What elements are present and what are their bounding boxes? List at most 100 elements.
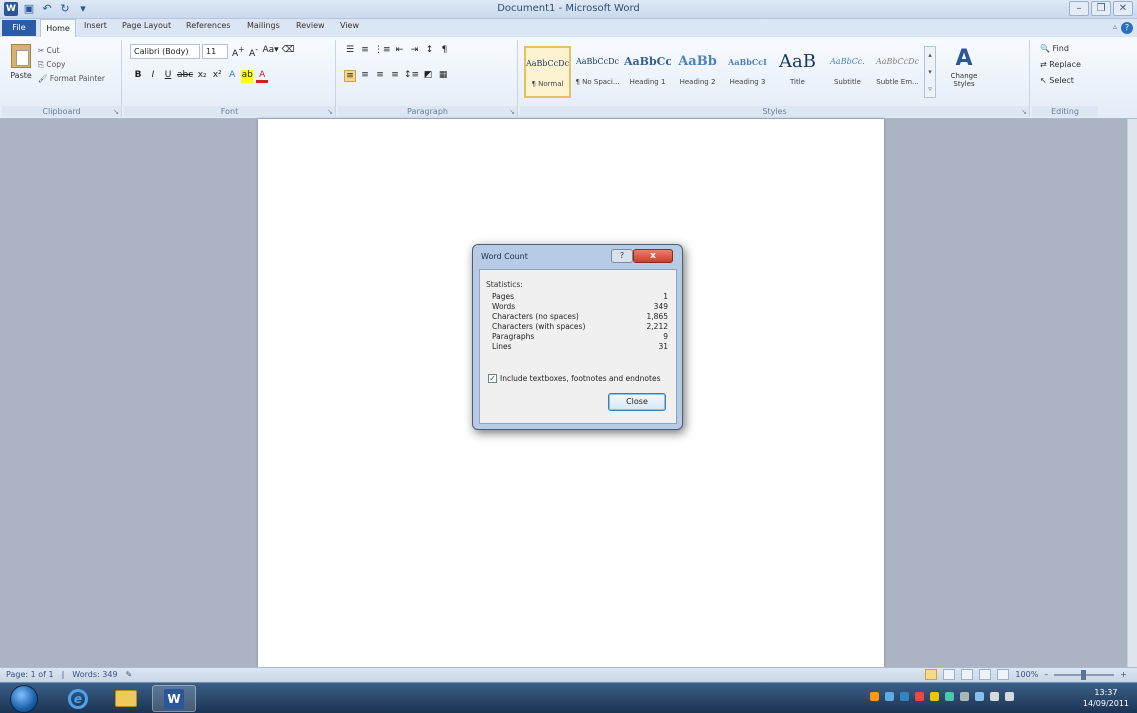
- include-textboxes-option[interactable]: ✓ Include textboxes, footnotes and endno…: [488, 374, 660, 383]
- style-heading-2[interactable]: AaBb Heading 2: [674, 46, 721, 98]
- font-name-combo[interactable]: Calibri (Body): [130, 44, 200, 59]
- vertical-scrollbar[interactable]: [1127, 119, 1137, 667]
- print-layout-view-icon[interactable]: [925, 669, 938, 680]
- clear-formatting-icon[interactable]: ⌫: [282, 45, 295, 59]
- styles-launcher-icon[interactable]: ↘: [1021, 108, 1027, 116]
- word-count-status[interactable]: Words: 349: [72, 670, 117, 679]
- tray-icon[interactable]: [885, 692, 894, 701]
- style-heading-3[interactable]: AaBbCcI Heading 3: [724, 46, 771, 98]
- italic-icon[interactable]: I: [147, 70, 159, 83]
- superscript-icon[interactable]: x²: [211, 70, 223, 83]
- style-subtitle[interactable]: AaBbCc. Subtitle: [824, 46, 871, 98]
- styles-scroll[interactable]: ▴ ▾ ▿: [924, 46, 936, 98]
- align-right-icon[interactable]: ≡: [374, 70, 386, 82]
- start-button[interactable]: [10, 685, 38, 713]
- minimize-ribbon-icon[interactable]: ▵: [1113, 22, 1117, 31]
- paragraph-launcher-icon[interactable]: ↘: [509, 108, 515, 116]
- tab-view[interactable]: View: [340, 21, 359, 30]
- tray-icon[interactable]: [975, 692, 984, 701]
- tray-icon[interactable]: [930, 692, 939, 701]
- bullets-icon[interactable]: ☰: [344, 45, 356, 55]
- replace-button[interactable]: ⇄ Replace: [1040, 60, 1081, 69]
- select-button[interactable]: ↖ Select: [1040, 76, 1074, 85]
- network-icon[interactable]: [990, 692, 999, 701]
- zoom-slider-thumb[interactable]: [1081, 669, 1087, 680]
- shrink-font-icon[interactable]: A-: [247, 45, 259, 59]
- clipboard-launcher-icon[interactable]: ↘: [113, 108, 119, 116]
- dialog-help-button[interactable]: ?: [611, 249, 633, 263]
- tray-icon[interactable]: [960, 692, 969, 701]
- bold-icon[interactable]: B: [132, 70, 144, 83]
- include-textboxes-checkbox[interactable]: ✓: [488, 374, 497, 383]
- style-title[interactable]: AaB Title: [774, 46, 821, 98]
- help-icon[interactable]: ?: [1121, 22, 1133, 34]
- font-color-icon[interactable]: A: [256, 70, 269, 83]
- cut-button[interactable]: ✂ Cut: [38, 46, 60, 55]
- shading-icon[interactable]: ◩: [422, 70, 434, 82]
- find-button[interactable]: 🔍 Find: [1040, 44, 1069, 53]
- style-subtle-emphasis[interactable]: AaBbCcDc Subtle Em...: [874, 46, 921, 98]
- increase-indent-icon[interactable]: ⇥: [409, 45, 421, 55]
- tab-file[interactable]: File: [2, 20, 36, 36]
- justify-icon[interactable]: ≡: [389, 70, 401, 82]
- change-case-icon[interactable]: Aa▾: [262, 45, 278, 59]
- align-left-icon[interactable]: ≡: [344, 70, 356, 82]
- grow-font-icon[interactable]: A+: [232, 45, 244, 59]
- web-layout-view-icon[interactable]: [961, 669, 974, 680]
- decrease-indent-icon[interactable]: ⇤: [394, 45, 406, 55]
- sort-icon[interactable]: ↕: [424, 45, 436, 55]
- tab-insert[interactable]: Insert: [84, 21, 107, 30]
- outline-view-icon[interactable]: [979, 669, 992, 680]
- font-size-combo[interactable]: 11: [202, 44, 228, 59]
- multilevel-list-icon[interactable]: ⋮≡: [374, 45, 391, 55]
- zoom-level[interactable]: 100%: [1015, 670, 1038, 679]
- close-window-button[interactable]: ✕: [1113, 1, 1133, 16]
- clipboard-group: Paste ✂ Cut ⎘ Copy 🖌 Format Painter Clip…: [2, 40, 122, 117]
- tray-icon[interactable]: [900, 692, 909, 701]
- change-styles-button[interactable]: A Change Styles: [944, 46, 984, 88]
- taskbar-file-explorer[interactable]: [104, 685, 148, 712]
- minimize-button[interactable]: –: [1069, 1, 1089, 16]
- style-heading-1[interactable]: AaBbCc Heading 1: [624, 46, 671, 98]
- full-screen-view-icon[interactable]: [943, 669, 956, 680]
- tab-mailings[interactable]: Mailings: [247, 21, 280, 30]
- tab-page-layout[interactable]: Page Layout: [122, 21, 171, 30]
- taskbar-word[interactable]: W: [152, 685, 196, 712]
- text-effects-icon[interactable]: A: [226, 70, 238, 83]
- style-no-spacing[interactable]: AaBbCcDc ¶ No Spaci...: [574, 46, 621, 98]
- tray-icon[interactable]: [915, 692, 924, 701]
- dialog-close-x-button[interactable]: x: [633, 249, 673, 263]
- format-painter-button[interactable]: 🖌 Format Painter: [38, 74, 105, 83]
- proofing-icon[interactable]: ✎: [126, 670, 133, 679]
- copy-button[interactable]: ⎘ Copy: [38, 60, 65, 70]
- line-spacing-icon[interactable]: ↕≡: [404, 70, 419, 82]
- borders-icon[interactable]: ▦: [437, 70, 449, 82]
- zoom-in-icon[interactable]: +: [1120, 670, 1127, 679]
- align-center-icon[interactable]: ≡: [359, 70, 371, 82]
- tab-references[interactable]: References: [186, 21, 230, 30]
- tab-home[interactable]: Home: [40, 19, 76, 37]
- show-marks-icon[interactable]: ¶: [439, 45, 451, 55]
- taskbar-internet-explorer[interactable]: e: [56, 685, 100, 712]
- tray-icon[interactable]: [870, 692, 879, 701]
- zoom-slider[interactable]: [1054, 669, 1115, 680]
- tab-review[interactable]: Review: [296, 21, 325, 30]
- maximize-button[interactable]: ❐: [1091, 1, 1111, 16]
- tray-icon[interactable]: [945, 692, 954, 701]
- window-controls: – ❐ ✕: [1069, 1, 1133, 16]
- font-launcher-icon[interactable]: ↘: [327, 108, 333, 116]
- paste-button[interactable]: Paste: [8, 44, 34, 90]
- style-normal[interactable]: AaBbCcDc ¶ Normal: [524, 46, 571, 98]
- close-button[interactable]: Close: [608, 393, 666, 411]
- stat-name: Characters (no spaces): [492, 312, 579, 321]
- numbering-icon[interactable]: ≡: [359, 45, 371, 55]
- strikethrough-icon[interactable]: abc: [177, 70, 193, 83]
- subscript-icon[interactable]: x₂: [196, 70, 208, 83]
- volume-icon[interactable]: [1005, 692, 1014, 701]
- highlight-icon[interactable]: ab: [241, 70, 254, 83]
- zoom-out-icon[interactable]: –: [1044, 670, 1048, 679]
- draft-view-icon[interactable]: [997, 669, 1010, 680]
- page-count-status[interactable]: Page: 1 of 1: [6, 670, 54, 679]
- underline-icon[interactable]: U: [162, 70, 174, 83]
- clock[interactable]: 13:37 14/09/2011: [1083, 687, 1129, 709]
